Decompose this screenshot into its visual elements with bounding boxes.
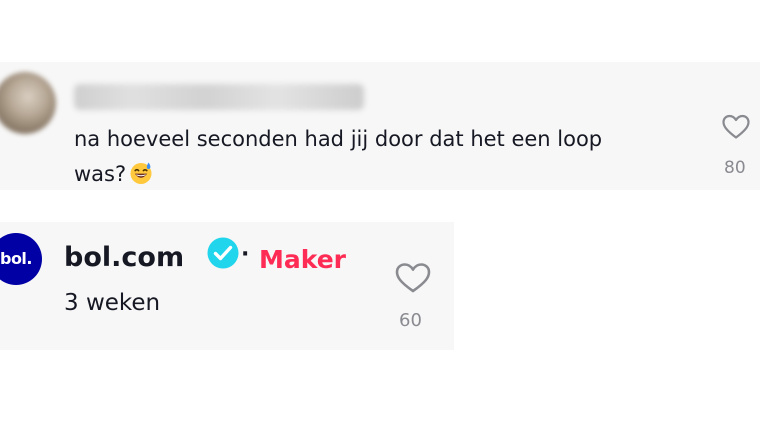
grinning-face-with-sweat-emoji: [130, 162, 152, 184]
verified-check-icon: [207, 237, 239, 269]
maker-badge: Maker: [259, 245, 346, 274]
timestamp: 3 weken: [64, 290, 161, 316]
reply-card: bol. bol.com · Maker 3 weken 60: [0, 222, 454, 350]
comment-text-line1: na hoeveel seconden had jij door dat het…: [74, 127, 603, 151]
avatar[interactable]: [0, 72, 56, 134]
username-blurred[interactable]: [74, 84, 364, 110]
heart-outline-icon[interactable]: [722, 114, 750, 140]
comments-section: na hoeveel seconden had jij door dat het…: [0, 0, 760, 427]
heart-outline-icon[interactable]: [395, 262, 431, 294]
like-count: 60: [399, 310, 422, 331]
separator-dot: ·: [241, 242, 250, 267]
author-name[interactable]: bol.com: [64, 240, 184, 276]
bol-logo-avatar[interactable]: bol.: [0, 233, 42, 285]
comment-card: na hoeveel seconden had jij door dat het…: [0, 62, 760, 190]
like-count: 80: [724, 158, 746, 178]
comment-text-line2: was?: [74, 162, 127, 186]
comment-text: na hoeveel seconden had jij door dat het…: [74, 122, 694, 192]
